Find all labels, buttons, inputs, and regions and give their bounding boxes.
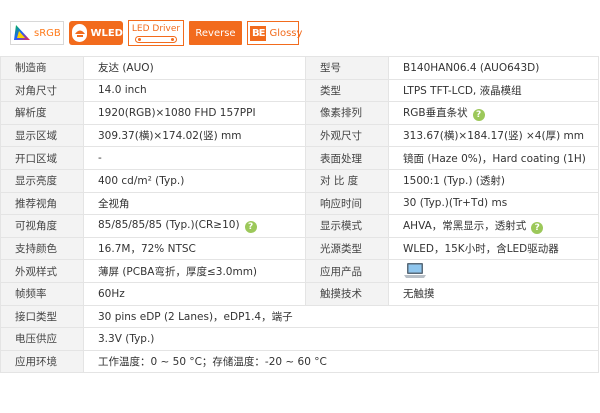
spec-value: 3.3V (Typ.) xyxy=(83,327,599,351)
spec-key: 对 比 度 xyxy=(305,168,389,193)
spec-value: 工作温度：0 ~ 50 °C；存储温度：-20 ~ 60 °C xyxy=(83,349,599,374)
spec-value: WLED，15K小时，含LED驱动器 xyxy=(388,236,599,261)
spec-value: 30 pins eDP (2 Lanes)，eDP1.4，端子 xyxy=(83,304,599,329)
spec-value: 无触摸 xyxy=(388,281,599,306)
table-row: 显示亮度 400 cd/m² (Typ.) 对 比 度 1500:1 (Typ.… xyxy=(0,168,599,193)
spec-key: 可视角度 xyxy=(0,214,84,238)
spec-value: - xyxy=(83,146,306,170)
glossy-badge-label: Glossy xyxy=(269,27,303,39)
spec-key: 推荐视角 xyxy=(0,191,84,216)
spec-value: 313.67(横)×184.17(竖) ×4(厚) mm xyxy=(388,123,599,148)
spec-value-cell: 85/85/85/85 (Typ.)(CR≥10)? xyxy=(83,214,306,238)
table-row: 显示区域 309.37(横)×174.02(竖) mm 外观尺寸 313.67(… xyxy=(0,123,599,148)
spec-value: 16.7M，72% NTSC xyxy=(83,236,306,261)
spec-value: 友达 (AUO) xyxy=(83,56,306,80)
spec-value: 全视角 xyxy=(83,191,306,216)
table-row: 支持颜色 16.7M，72% NTSC 光源类型 WLED，15K小时，含LED… xyxy=(0,236,599,261)
color-triangle-icon xyxy=(14,25,30,40)
spec-key: 对角尺寸 xyxy=(0,78,84,103)
reverse-badge-label: Reverse xyxy=(195,27,236,39)
table-row: 接口类型 30 pins eDP (2 Lanes)，eDP1.4，端子 xyxy=(0,304,599,329)
table-row: 开口区域 - 表面处理 镜面 (Haze 0%)，Hard coating (1… xyxy=(0,146,599,170)
glossy-mark: BE xyxy=(250,25,267,41)
spec-value: B140HAN06.4 (AUO643D) xyxy=(388,56,599,80)
led-driver-badge: LED Driver xyxy=(128,20,184,46)
wled-badge-label: WLED xyxy=(90,27,123,39)
spec-value: 薄屏 (PCBA弯折，厚度≤3.0mm) xyxy=(83,259,306,283)
spec-value: AHVA，常黑显示，透射式 xyxy=(403,219,527,232)
spec-key: 支持颜色 xyxy=(0,236,84,261)
table-row: 对角尺寸 14.0 inch 类型 LTPS TFT-LCD, 液晶模组 xyxy=(0,78,599,103)
glossy-badge: BE Glossy xyxy=(247,21,303,45)
spec-value: 309.37(横)×174.02(竖) mm xyxy=(83,123,306,148)
spec-key: 接口类型 xyxy=(0,304,84,329)
table-row: 电压供应 3.3V (Typ.) xyxy=(0,327,599,351)
spec-value: 镜面 (Haze 0%)，Hard coating (1H) xyxy=(388,146,599,170)
spec-key: 响应时间 xyxy=(305,191,389,216)
spec-key: 显示亮度 xyxy=(0,168,84,193)
help-icon[interactable]: ? xyxy=(244,220,257,233)
led-driver-badge-label: LED Driver xyxy=(131,23,181,34)
spec-value: LTPS TFT-LCD, 液晶模组 xyxy=(388,78,599,103)
spec-value-cell: AHVA，常黑显示，透射式? xyxy=(388,214,599,238)
spec-key: 类型 xyxy=(305,78,389,103)
table-row: 解析度 1920(RGB)×1080 FHD 157PPI 像素排列 RGB垂直… xyxy=(0,101,599,125)
spec-value: RGB垂直条状 xyxy=(403,106,468,119)
spec-key: 光源类型 xyxy=(305,236,389,261)
help-icon[interactable]: ? xyxy=(472,108,485,121)
spec-table: 制造商 友达 (AUO) 型号 B140HAN06.4 (AUO643D) 对角… xyxy=(0,56,599,374)
spec-value: 14.0 inch xyxy=(83,78,306,103)
table-row: 推荐视角 全视角 响应时间 30 (Typ.)(Tr+Td) ms xyxy=(0,191,599,216)
spec-key: 显示模式 xyxy=(305,214,389,238)
spec-key: 触摸技术 xyxy=(305,281,389,306)
bulb-icon xyxy=(72,24,88,42)
spec-value: 400 cd/m² (Typ.) xyxy=(83,168,306,193)
table-row: 应用环境 工作温度：0 ~ 50 °C；存储温度：-20 ~ 60 °C xyxy=(0,349,599,374)
spec-value: 60Hz xyxy=(83,281,306,306)
laptop-icon[interactable] xyxy=(403,262,427,280)
spec-value: 85/85/85/85 (Typ.)(CR≥10) xyxy=(98,218,240,231)
spec-value: 1920(RGB)×1080 FHD 157PPI xyxy=(83,101,306,125)
application-product-cell xyxy=(388,259,599,283)
spec-value-cell: RGB垂直条状? xyxy=(388,101,599,125)
spec-key: 电压供应 xyxy=(0,327,84,351)
spec-value: 1500:1 (Typ.) (透射) xyxy=(388,168,599,193)
table-row: 可视角度 85/85/85/85 (Typ.)(CR≥10)? 显示模式 AHV… xyxy=(0,214,599,238)
spec-key: 型号 xyxy=(305,56,389,80)
srgb-badge: sRGB xyxy=(10,21,64,45)
spec-key: 显示区域 xyxy=(0,123,84,148)
reverse-badge: Reverse xyxy=(189,21,242,45)
spec-key: 开口区域 xyxy=(0,146,84,170)
spec-key: 解析度 xyxy=(0,101,84,125)
wled-badge: WLED xyxy=(69,21,123,45)
spec-key: 外观尺寸 xyxy=(305,123,389,148)
spec-key: 外观样式 xyxy=(0,259,84,283)
table-row: 外观样式 薄屏 (PCBA弯折，厚度≤3.0mm) 应用产品 xyxy=(0,259,599,283)
srgb-badge-label: sRGB xyxy=(34,27,61,39)
spec-key: 应用环境 xyxy=(0,349,84,374)
spec-key: 表面处理 xyxy=(305,146,389,170)
led-strip-icon xyxy=(135,35,177,43)
spec-key: 制造商 xyxy=(0,56,84,80)
spec-value: 30 (Typ.)(Tr+Td) ms xyxy=(388,191,599,216)
feature-badges: sRGB WLED LED Driver Reverse BE Glossy xyxy=(10,18,304,48)
spec-key: 帧频率 xyxy=(0,281,84,306)
table-row: 制造商 友达 (AUO) 型号 B140HAN06.4 (AUO643D) xyxy=(0,56,599,80)
spec-key: 应用产品 xyxy=(305,259,389,283)
spec-key: 像素排列 xyxy=(305,101,389,125)
help-icon[interactable]: ? xyxy=(531,221,544,234)
table-row: 帧频率 60Hz 触摸技术 无触摸 xyxy=(0,281,599,306)
